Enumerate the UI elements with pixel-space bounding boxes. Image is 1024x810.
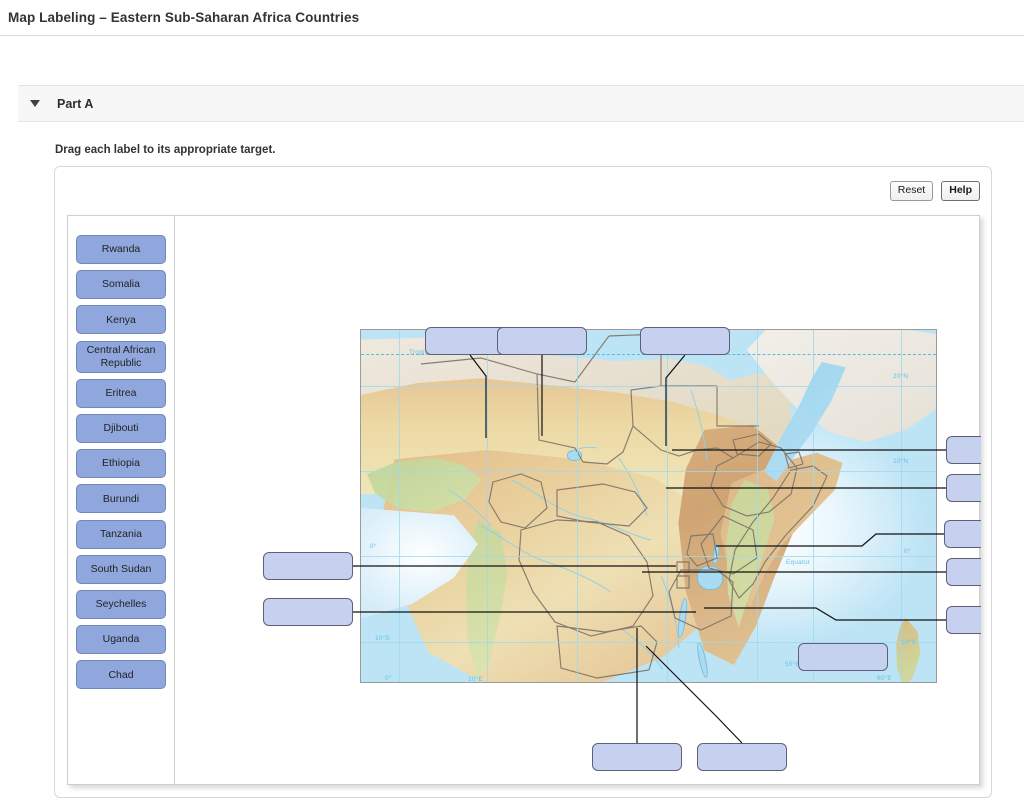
graticule-label: 10°S (901, 639, 916, 646)
graticule-label: 20°N (893, 373, 909, 380)
label-chip-somalia[interactable]: Somalia (76, 270, 166, 300)
longitude-line-0 (399, 330, 400, 682)
africa-relief-map: Tropic of Cancer20°N10°N0°Equator10°S10°… (360, 329, 937, 683)
graticule-label: 60°E (877, 675, 892, 682)
label-chip-kenya[interactable]: Kenya (76, 305, 166, 335)
target-inset-ocean[interactable] (798, 643, 888, 671)
target-bottom-1[interactable] (592, 743, 682, 771)
target-right-2[interactable] (946, 474, 981, 502)
label-chip-burundi[interactable]: Burundi (76, 484, 166, 514)
target-right-3[interactable] (944, 520, 981, 548)
target-left-1[interactable] (263, 552, 353, 580)
longitude-line-40e (757, 330, 758, 682)
label-bank: Rwanda Somalia Kenya Central African Republ… (68, 216, 175, 784)
caret-down-icon[interactable] (30, 100, 40, 107)
longitude-line-60e (901, 330, 902, 682)
label-chip-south-sudan[interactable]: South Sudan (76, 554, 166, 584)
latitude-line-10n (361, 471, 936, 472)
label-chip-eritrea[interactable]: Eritrea (76, 378, 166, 408)
longitude-line-30e (667, 330, 668, 682)
label-chip-central-african-republic[interactable]: Central African Republic (76, 340, 166, 373)
target-bottom-2[interactable] (697, 743, 787, 771)
longitude-line-50e (813, 330, 814, 682)
longitude-line-20e (577, 330, 578, 682)
label-chip-ethiopia[interactable]: Ethiopia (76, 449, 166, 479)
activity-toolbar: Reset Help (889, 181, 980, 201)
instruction-text: Drag each label to its appropriate targe… (55, 144, 276, 156)
part-a-accordion-bar[interactable]: Part A (18, 85, 1024, 122)
graticule-label: 10°E (468, 676, 483, 683)
graticule-label: 0° (370, 543, 377, 550)
map-vector-overlay (420, 333, 828, 679)
graticule-label: 0° (385, 675, 392, 682)
label-chip-rwanda[interactable]: Rwanda (76, 235, 166, 264)
label-chip-djibouti[interactable]: Djibouti (76, 413, 166, 443)
activity-panel: Reset Help Rwanda Somalia Kenya Central Afr… (54, 166, 992, 798)
graticule-label: 0° (904, 548, 911, 555)
graticule-label: 10°S (375, 635, 390, 642)
longitude-line-10e (487, 330, 488, 682)
latitude-line-equator (361, 556, 936, 557)
help-button[interactable]: Help (941, 181, 980, 201)
label-chip-seychelles[interactable]: Seychelles (76, 589, 166, 619)
reset-button[interactable]: Reset (889, 181, 934, 201)
map-canvas: Tropic of Cancer20°N10°N0°Equator10°S10°… (176, 216, 981, 786)
page-header: Map Labeling – Eastern Sub-Saharan Afric… (0, 0, 1024, 36)
target-top-2[interactable] (497, 327, 587, 355)
part-a-label: Part A (57, 96, 94, 111)
latitude-line-20n (361, 386, 936, 387)
target-right-4[interactable] (946, 558, 981, 586)
page-title: Map Labeling – Eastern Sub-Saharan Afric… (8, 10, 360, 25)
label-chip-tanzania[interactable]: Tanzania (76, 519, 166, 549)
graticule-label: Equator (786, 559, 811, 566)
label-chip-uganda[interactable]: Uganda (76, 625, 166, 655)
label-chip-chad[interactable]: Chad (76, 660, 166, 690)
graticule-label: 10°N (893, 458, 909, 465)
drag-drop-workspace: Rwanda Somalia Kenya Central African Republ… (67, 215, 981, 786)
target-right-1[interactable] (946, 436, 981, 464)
target-left-2[interactable] (263, 598, 353, 626)
target-top-3[interactable] (640, 327, 730, 355)
target-right-5[interactable] (946, 606, 981, 634)
